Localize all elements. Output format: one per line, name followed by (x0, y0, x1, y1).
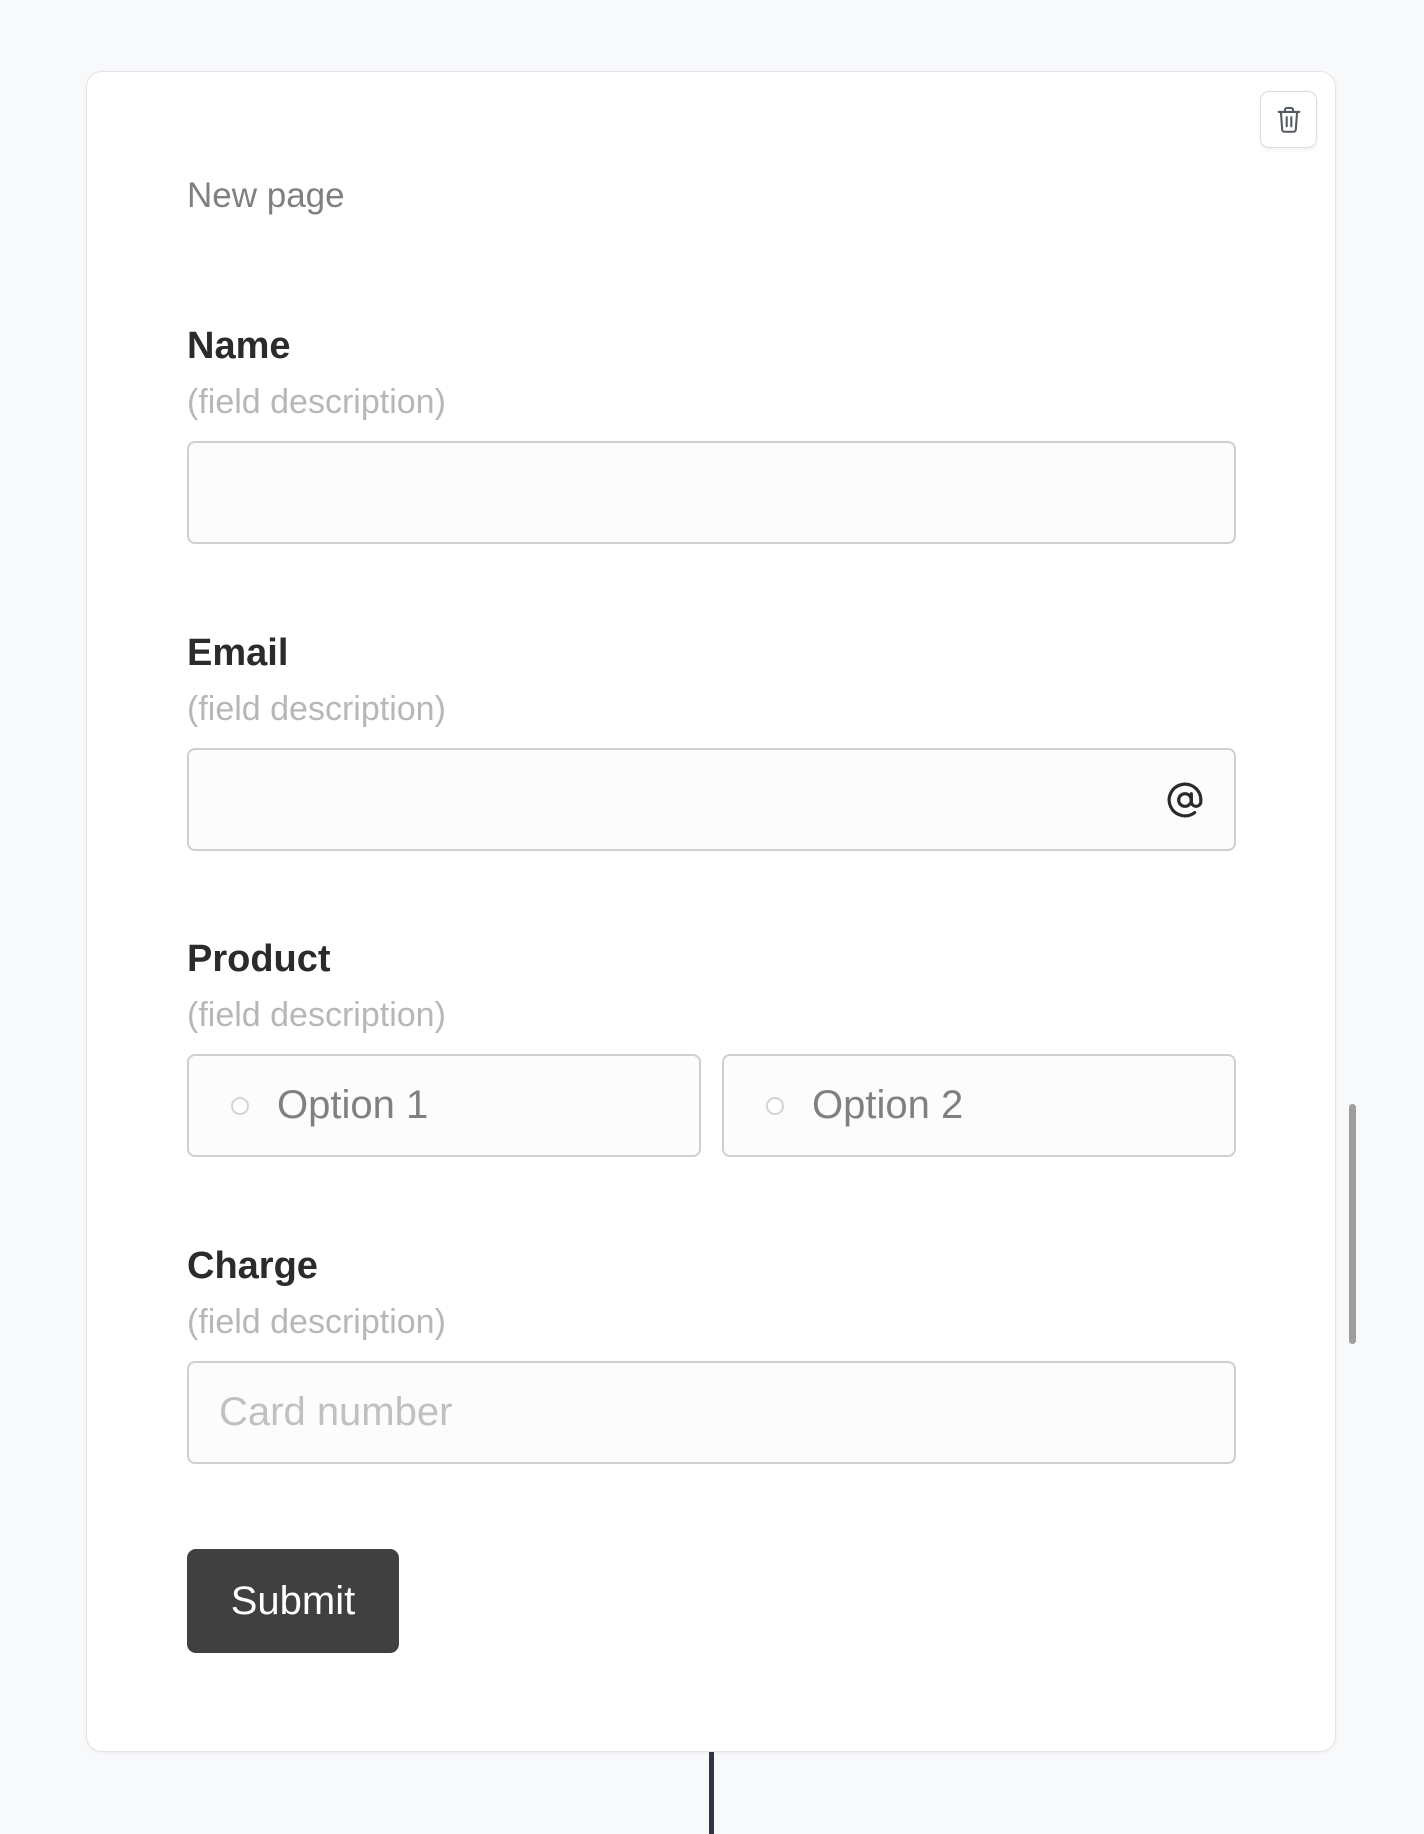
radio-icon[interactable] (231, 1096, 249, 1115)
option-label: Option 2 (812, 1083, 964, 1127)
email-input[interactable] (189, 750, 1234, 849)
charge-field: Charge (field description) (187, 1244, 1236, 1464)
delete-page-button[interactable] (1260, 91, 1317, 148)
at-sign-icon (1167, 782, 1203, 817)
name-field: Name (field description) (187, 324, 1236, 544)
product-options: Option 1 Option 2 (187, 1054, 1236, 1157)
product-option-1[interactable]: Option 1 (187, 1054, 701, 1157)
page-connector-line (709, 1752, 714, 1834)
product-option-2[interactable]: Option 2 (722, 1054, 1236, 1157)
card-number-input[interactable] (189, 1363, 1234, 1462)
email-input-box (187, 748, 1236, 851)
radio-icon[interactable] (766, 1096, 784, 1115)
product-field: Product (field description) Option 1 Opt… (187, 937, 1236, 1157)
name-input-box (187, 441, 1236, 544)
field-description: (field description) (187, 1303, 446, 1341)
name-input[interactable] (189, 443, 1234, 542)
submit-button[interactable]: Submit (187, 1549, 399, 1653)
field-label: Name (187, 325, 291, 367)
trash-icon (1277, 106, 1300, 133)
field-label: Email (187, 632, 289, 674)
field-description: (field description) (187, 690, 446, 728)
card-input-box (187, 1361, 1236, 1464)
field-label: Product (187, 938, 331, 980)
page-title: New page (187, 176, 345, 215)
form-page-card: New page Name (field description) Email … (86, 71, 1336, 1752)
field-description: (field description) (187, 996, 446, 1034)
field-label: Charge (187, 1245, 318, 1287)
email-field: Email (field description) (187, 631, 1236, 851)
option-label: Option 1 (277, 1083, 429, 1127)
field-description: (field description) (187, 383, 446, 421)
scrollbar-thumb[interactable] (1349, 1104, 1356, 1344)
